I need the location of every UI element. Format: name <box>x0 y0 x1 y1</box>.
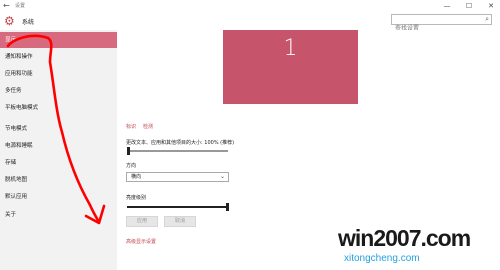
watermark-main-text: win2007.com <box>338 225 471 251</box>
watermark-logo: win2007.com xitongcheng.com <box>324 225 500 270</box>
watermark-sub-text: xitongcheng.com <box>344 253 420 264</box>
